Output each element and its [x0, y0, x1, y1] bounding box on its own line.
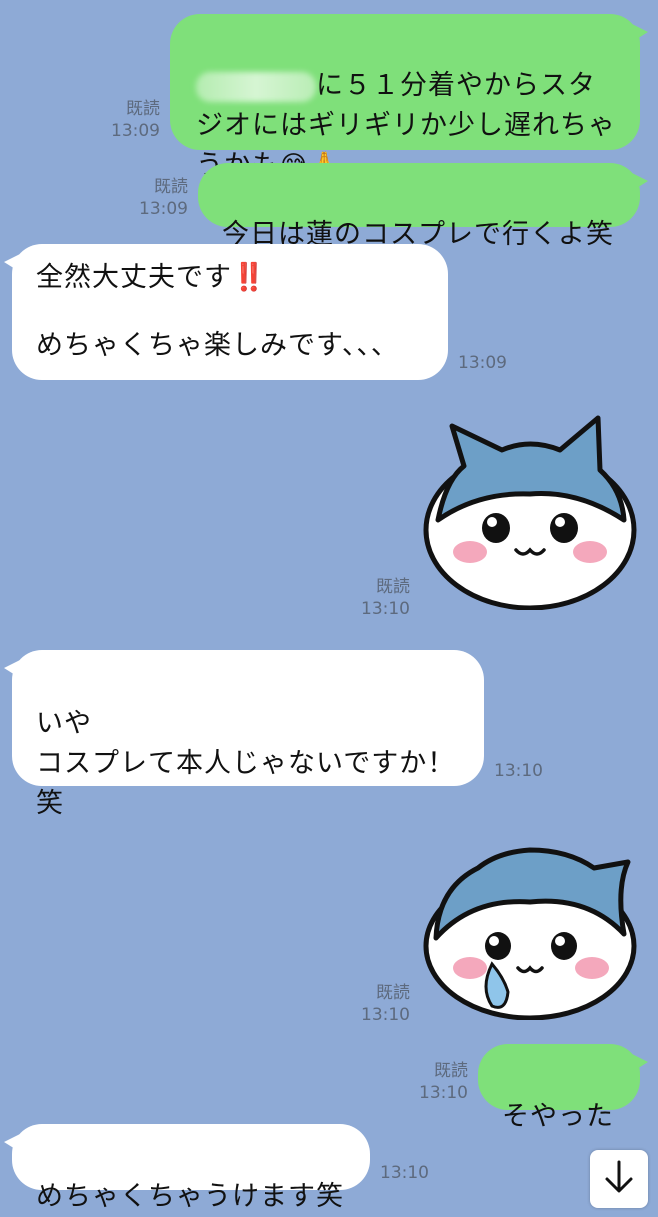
double-exclamation-emoji-icon: ‼️ — [232, 262, 267, 293]
message-bubble-outgoing[interactable]: 今日は蓮のコスプレで行くよ笑 — [198, 163, 648, 250]
message-time: 13:10 — [361, 599, 410, 619]
message-time: 13:10 — [361, 1005, 410, 1025]
message-text: そやった — [502, 1101, 614, 1132]
message-bubble-outgoing[interactable]: に５１分着やからスタジオにはギリギリか少し遅れちゃうかも😅🙏 — [170, 14, 648, 181]
message-time: 13:09 — [139, 199, 188, 219]
read-receipt: 既読 — [376, 983, 410, 1003]
message-meta: 既読 13:10 — [346, 576, 410, 620]
read-receipt: 既読 — [434, 1061, 468, 1081]
message-bubble-incoming[interactable]: 全然大丈夫です‼️ めちゃくちゃ楽しみです、、、 — [4, 244, 448, 380]
message-time: 13:09 — [458, 353, 507, 373]
read-receipt: 既読 — [126, 99, 160, 119]
message-text: めちゃくちゃうけます笑 — [36, 1181, 344, 1212]
message-meta: 既読 13:10 — [404, 1060, 468, 1104]
read-receipt: 既読 — [154, 177, 188, 197]
message-time: 13:10 — [419, 1083, 468, 1103]
message-bubble-outgoing[interactable]: そやった — [478, 1044, 648, 1132]
message-bubble-incoming[interactable]: めちゃくちゃうけます笑 — [4, 1124, 370, 1212]
arrow-down-icon — [605, 1160, 633, 1193]
message-text-line: めちゃくちゃ楽しみです、、、 — [36, 330, 399, 361]
read-receipt: 既読 — [376, 577, 410, 597]
smiling-cat-cap-sticker[interactable] — [418, 410, 642, 610]
message-time: 13:10 — [494, 761, 543, 781]
message-meta: 既読 13:09 — [96, 98, 160, 142]
message-meta: 既読 13:10 — [346, 982, 410, 1026]
scroll-to-bottom-button[interactable] — [590, 1150, 648, 1208]
message-text-line: 全然大丈夫です — [36, 262, 232, 293]
redacted-text-blur — [196, 71, 316, 102]
message-text: いや コスプレて本人じゃないですか！ 笑 — [36, 708, 456, 819]
chat-area[interactable]: に５１分着やからスタジオにはギリギリか少し遅れちゃうかも😅🙏 既読 13:09 … — [0, 0, 658, 1212]
message-time: 13:09 — [111, 121, 160, 141]
message-meta: 既読 13:09 — [124, 176, 188, 220]
message-time: 13:10 — [380, 1163, 429, 1183]
crying-cat-cap-sticker[interactable] — [418, 828, 642, 1020]
message-bubble-incoming[interactable]: いや コスプレて本人じゃないですか！ 笑 — [4, 650, 484, 819]
